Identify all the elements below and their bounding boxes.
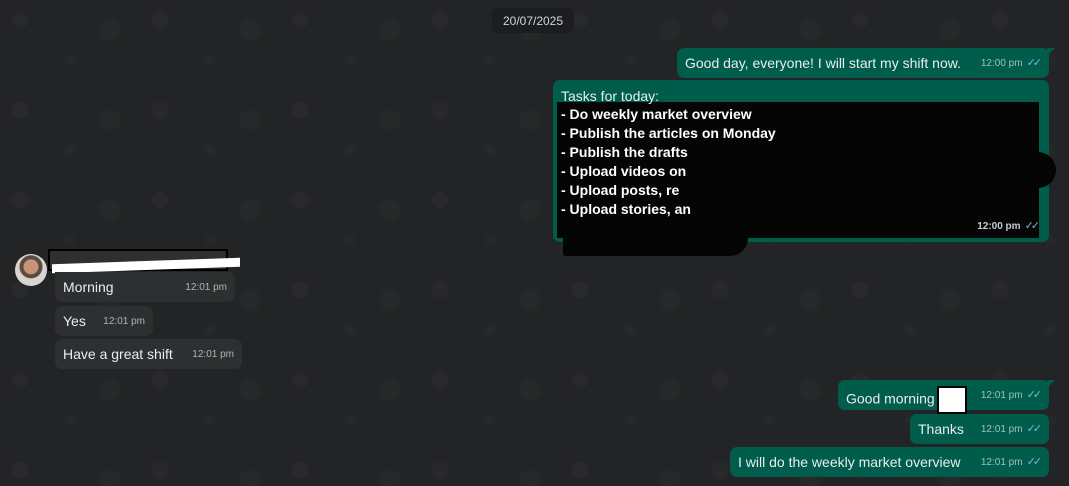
double-check-icon: ✓✓ xyxy=(1024,220,1041,232)
task-item: - Upload posts, re xyxy=(561,182,680,198)
message-meta: 12:01 pm xyxy=(103,312,145,331)
message-bubble-outgoing[interactable]: I will do the weekly market overview 12:… xyxy=(730,447,1049,477)
double-check-icon: ✓✓ xyxy=(1026,456,1043,468)
message-time: 12:01 pm xyxy=(980,457,1023,468)
message-meta: 12:01 pm ✓✓ xyxy=(980,420,1043,439)
task-item: - Publish the drafts xyxy=(561,144,688,160)
message-time: 12:01 pm xyxy=(980,424,1023,435)
redaction-overlay xyxy=(563,238,748,256)
message-text: Good day, everyone! I will start my shif… xyxy=(685,55,961,71)
sender-name-redacted xyxy=(48,249,240,274)
message-meta: 12:00 pm ✓✓ xyxy=(980,54,1043,73)
message-bubble-tasks[interactable]: Tasks for today: - Do weekly market over… xyxy=(553,80,1049,242)
double-check-icon: ✓✓ xyxy=(1026,423,1043,435)
message-time: 12:01 pm xyxy=(192,349,234,360)
tasks-title: Tasks for today: xyxy=(561,88,660,104)
message-bubble-outgoing[interactable]: Thanks 12:01 pm ✓✓ xyxy=(910,414,1049,444)
message-text: Yes xyxy=(63,313,86,329)
message-bubble-incoming[interactable]: Morning 12:01 pm xyxy=(55,272,235,302)
message-time: 12:01 pm xyxy=(185,282,227,293)
task-item: - Upload videos on xyxy=(561,163,687,179)
message-meta: 12:00 pm ✓✓ xyxy=(977,217,1041,236)
task-item: - Publish the articles on Monday xyxy=(561,125,776,141)
message-text: Thanks xyxy=(918,421,964,437)
message-text: Morning xyxy=(63,279,114,295)
message-meta: 12:01 pm ✓✓ xyxy=(980,453,1043,472)
redaction-overlay xyxy=(936,386,967,414)
message-meta: 12:01 pm xyxy=(185,278,227,297)
message-bubble-outgoing[interactable]: Good morning 12:01 pm ✓✓ xyxy=(838,380,1055,414)
message-bubble-incoming[interactable]: Yes 12:01 pm xyxy=(55,306,153,336)
message-text-content: Good morning xyxy=(846,390,935,407)
message-bubble-incoming[interactable]: Have a great shift 12:01 pm xyxy=(55,339,242,369)
double-check-icon: ✓✓ xyxy=(1026,57,1043,69)
message-time: 12:00 pm xyxy=(977,221,1021,232)
message-time: 12:01 pm xyxy=(103,316,145,327)
task-item: - Upload stories, an xyxy=(561,201,691,217)
message-text: Have a great shift xyxy=(63,346,173,362)
message-meta: 12:01 pm ✓✓ xyxy=(980,386,1043,405)
date-separator: 20/07/2025 xyxy=(492,8,574,33)
task-item: - Do weekly market overview xyxy=(561,106,752,122)
task-list: - Do weekly market overview - Publish th… xyxy=(561,105,776,219)
message-meta: 12:01 pm xyxy=(192,345,234,364)
message-time: 12:01 pm xyxy=(980,390,1023,401)
avatar[interactable] xyxy=(15,254,47,286)
message-text: Good morning xyxy=(846,386,967,414)
message-time: 12:00 pm xyxy=(980,58,1023,69)
double-check-icon: ✓✓ xyxy=(1026,389,1043,401)
message-bubble-outgoing[interactable]: Good day, everyone! I will start my shif… xyxy=(677,48,1055,78)
message-text: I will do the weekly market overview xyxy=(738,454,961,470)
